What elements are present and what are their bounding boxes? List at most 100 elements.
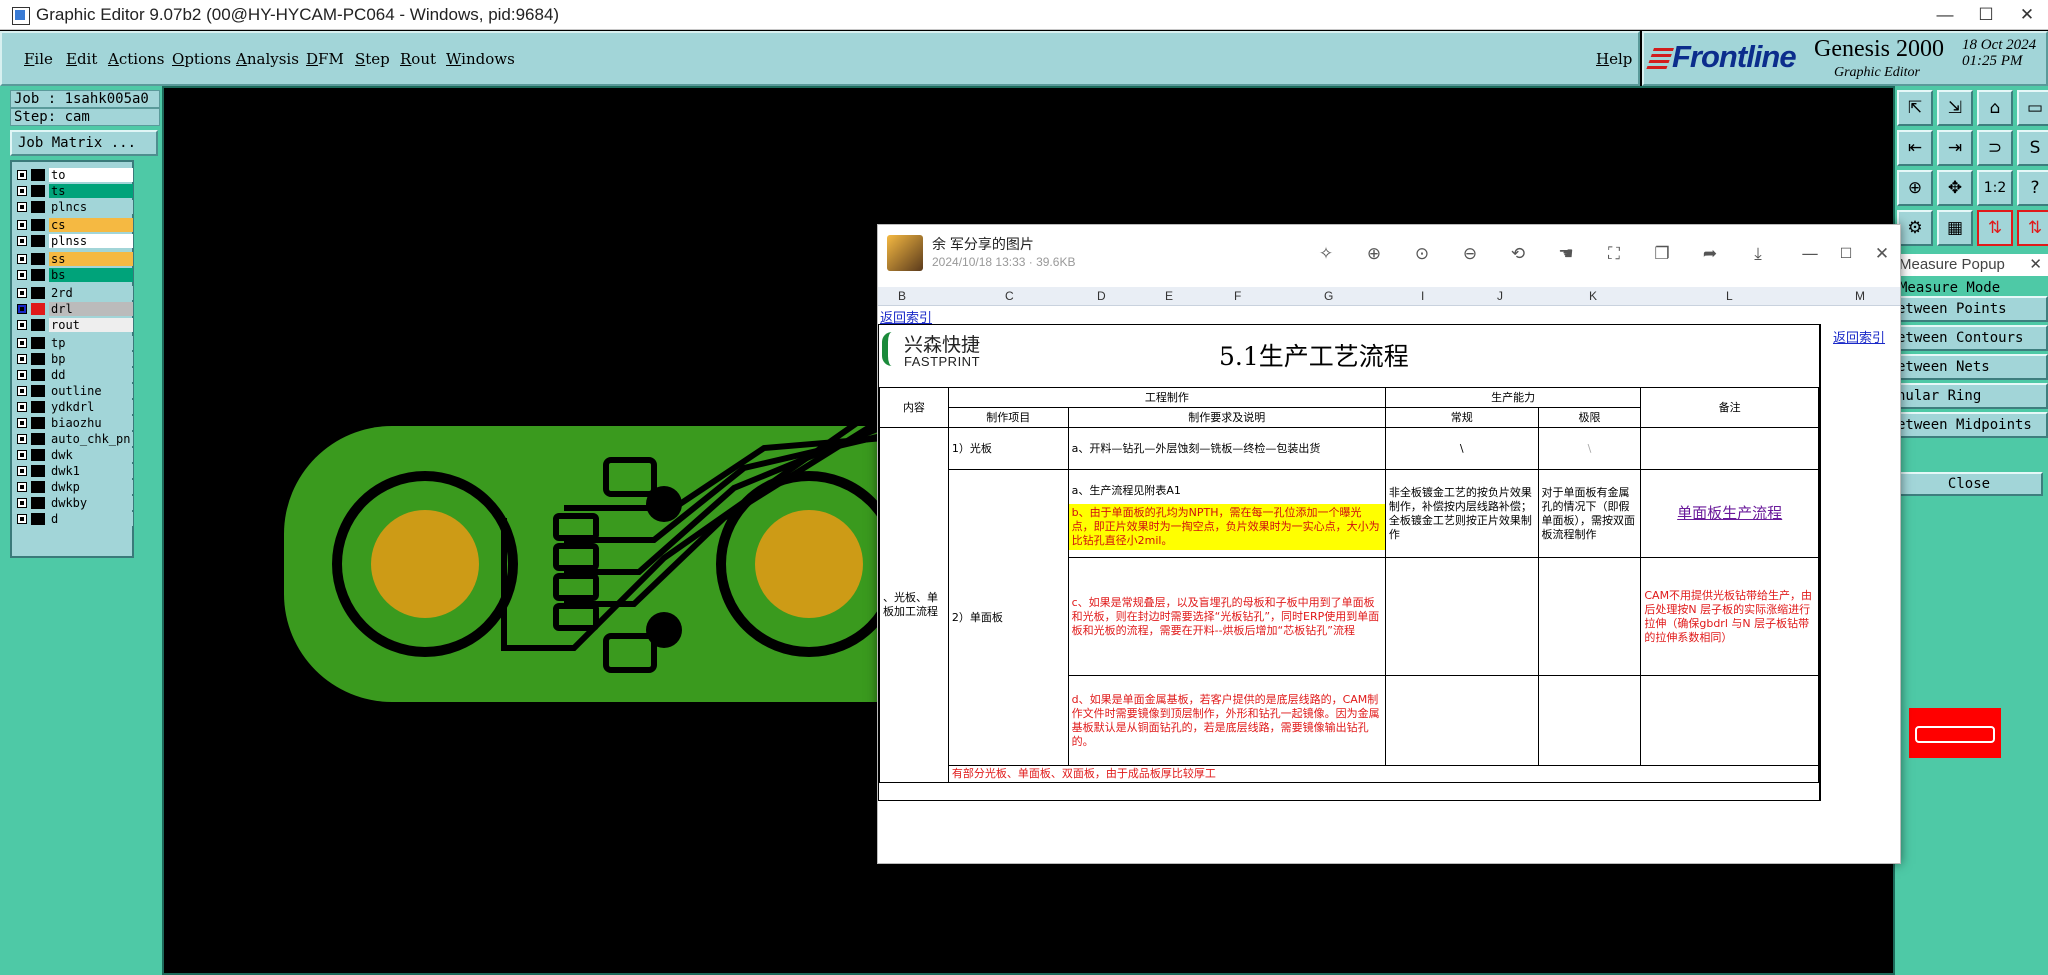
layer-name[interactable]: cs (49, 218, 133, 232)
tool-s-icon[interactable]: S (2017, 130, 2048, 166)
viewer-minimize-button[interactable]: — (1798, 242, 1822, 266)
layer-name[interactable]: drl (49, 302, 133, 316)
tool-zoom-end-icon[interactable]: ⇲ (1937, 90, 1973, 126)
close-window-button[interactable]: ✕ (2007, 2, 2047, 28)
layer-row[interactable]: dwkp (15, 480, 133, 494)
tool-snap-icon[interactable]: ⊃ (1977, 130, 2013, 166)
viewer-header[interactable]: 余 军分享的图片 2024/10/18 13:33 · 39.6KB ✧ ⊕ ⊙… (878, 225, 1900, 287)
menu-edit[interactable]: Edit (66, 50, 97, 68)
image-viewer-window[interactable]: 余 军分享的图片 2024/10/18 13:33 · 39.6KB ✧ ⊕ ⊙… (877, 224, 1901, 864)
shared-image[interactable]: B C D E F G I J K L M 返回索引 返回索引 兴森快捷 FAS… (878, 287, 1900, 863)
layer-checkbox[interactable] (17, 482, 27, 492)
layer-color-swatch[interactable] (31, 235, 45, 247)
layer-color-swatch[interactable] (31, 417, 45, 429)
layer-color-swatch[interactable] (31, 385, 45, 397)
layer-name[interactable]: bs (49, 268, 133, 282)
menu-options[interactable]: Options (172, 50, 231, 68)
layer-color-swatch[interactable] (31, 201, 45, 213)
layer-checkbox[interactable] (17, 270, 27, 280)
tool-center-icon[interactable]: ⊕ (1897, 170, 1933, 206)
layer-checkbox[interactable] (17, 186, 27, 196)
layer-checkbox[interactable] (17, 236, 27, 246)
tool-zoom-home-icon[interactable]: ⇱ (1897, 90, 1933, 126)
copy-icon[interactable]: ❐ (1650, 242, 1674, 266)
rotate-icon[interactable]: ⟲ (1506, 242, 1530, 266)
measure-between-points[interactable]: etween Points (1895, 296, 2048, 322)
crop-icon[interactable]: ⛶ (1602, 242, 1626, 266)
tool-pan-right-icon[interactable]: ⇥ (1937, 130, 1973, 166)
layer-checkbox[interactable] (17, 338, 27, 348)
minimize-button[interactable]: — (1925, 2, 1965, 28)
measure-close-icon[interactable]: ✕ (2029, 254, 2042, 276)
layer-row[interactable]: ts (15, 184, 133, 198)
layer-row[interactable]: dwk1 (15, 464, 133, 478)
layer-color-swatch[interactable] (31, 269, 45, 281)
layer-row[interactable]: tp (15, 336, 133, 350)
layer-color-swatch[interactable] (31, 465, 45, 477)
menu-rout[interactable]: Rout (400, 50, 436, 68)
layer-checkbox[interactable] (17, 288, 27, 298)
menu-actions[interactable]: Actions (108, 50, 164, 68)
measure-between-midpoints[interactable]: etween Midpoints (1895, 412, 2048, 438)
magic-icon[interactable]: ✧ (1314, 242, 1338, 266)
share-icon[interactable]: ➦ (1698, 242, 1722, 266)
measure-between-nets[interactable]: etween Nets (1895, 354, 2048, 380)
layer-color-swatch[interactable] (31, 337, 45, 349)
layer-name[interactable]: outline (49, 384, 133, 398)
menu-windows[interactable]: Windows (446, 50, 515, 68)
layer-row[interactable]: rout (15, 318, 133, 332)
zoom-out-icon[interactable]: ⊖ (1458, 242, 1482, 266)
layer-checkbox[interactable] (17, 418, 27, 428)
tool-measure-icon[interactable]: ⇅ (1977, 210, 2013, 246)
menu-dfm[interactable]: DFM (306, 50, 344, 68)
hand-icon[interactable]: ☚ (1554, 242, 1578, 266)
layer-name[interactable]: 2rd (49, 286, 133, 300)
menu-analysis[interactable]: Analysis (236, 50, 299, 68)
layer-color-swatch[interactable] (31, 481, 45, 493)
menu-help[interactable]: Help (1596, 50, 1632, 68)
layer-color-swatch[interactable] (31, 353, 45, 365)
layer-color-swatch[interactable] (31, 513, 45, 525)
layer-checkbox[interactable] (17, 170, 27, 180)
layer-name[interactable]: dwk1 (49, 464, 133, 478)
layer-checkbox[interactable] (17, 466, 27, 476)
layer-checkbox[interactable] (17, 450, 27, 460)
fit-icon[interactable]: ⊙ (1410, 242, 1434, 266)
layer-color-swatch[interactable] (31, 369, 45, 381)
layer-checkbox[interactable] (17, 402, 27, 412)
layer-row[interactable]: auto_chk_pn (15, 432, 133, 446)
zoom-in-icon[interactable]: ⊕ (1362, 242, 1386, 266)
layer-checkbox[interactable] (17, 386, 27, 396)
measure-annular-ring[interactable]: nular Ring (1895, 383, 2048, 409)
window-title-bar[interactable]: Graphic Editor 9.07b2 (00@HY-HYCAM-PC064… (0, 0, 2048, 30)
layer-row[interactable]: ydkdrl (15, 400, 133, 414)
back-to-index-link-right[interactable]: 返回索引 (1833, 327, 1885, 346)
measure-between-contours[interactable]: etween Contours (1895, 325, 2048, 351)
measure-close-button[interactable]: Close (1895, 472, 2043, 496)
layer-checkbox[interactable] (17, 220, 27, 230)
tool-help-icon[interactable]: ? (2017, 170, 2048, 206)
layer-name[interactable]: ss (49, 252, 133, 266)
layer-row[interactable]: bp (15, 352, 133, 366)
layer-name[interactable]: bp (49, 352, 133, 366)
layer-checkbox[interactable] (17, 320, 27, 330)
layer-name[interactable]: plnss (49, 234, 133, 248)
tool-move-icon[interactable]: ✥ (1937, 170, 1973, 206)
menu-file[interactable]: File (24, 50, 53, 68)
layer-checkbox[interactable] (17, 354, 27, 364)
layer-row[interactable]: biaozhu (15, 416, 133, 430)
tool-measure2-icon[interactable]: ⇅ (2017, 210, 2048, 246)
layer-row[interactable]: plncs (15, 200, 133, 214)
layer-color-swatch[interactable] (31, 169, 45, 181)
layer-row[interactable]: drl (15, 302, 133, 316)
layer-row[interactable]: 2rd (15, 286, 133, 300)
layer-row[interactable]: cs (15, 218, 133, 232)
layer-row[interactable]: dwkby (15, 496, 133, 510)
layer-name[interactable]: dd (49, 368, 133, 382)
layer-color-swatch[interactable] (31, 185, 45, 197)
maximize-button[interactable]: ☐ (1966, 2, 2006, 28)
layer-checkbox[interactable] (17, 202, 27, 212)
layer-row[interactable]: dd (15, 368, 133, 382)
single-panel-process-link[interactable]: 单面板生产流程 (1677, 504, 1782, 522)
layer-color-swatch[interactable] (31, 253, 45, 265)
